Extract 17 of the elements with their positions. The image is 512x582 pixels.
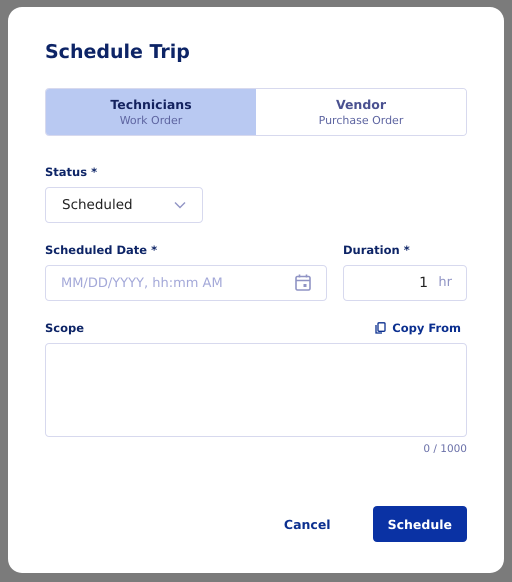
field-label: Duration *: [343, 243, 411, 257]
chevron-down-icon: [174, 201, 186, 209]
date-field[interactable]: MM/DD/YYYY, hh:mm AM: [45, 265, 327, 301]
tab[interactable]: Technicians Work Order: [46, 89, 256, 135]
field-label: Scheduled Date *: [45, 243, 158, 257]
copy-from-button[interactable]: Copy From: [375, 321, 467, 335]
status-dropdown[interactable]: Scheduled: [45, 187, 203, 223]
dialog-title: Schedule Trip: [45, 41, 191, 63]
schedule-button[interactable]: Schedule: [372, 506, 467, 542]
unit-label: hr: [438, 275, 452, 290]
field-label: Status *: [45, 165, 98, 179]
calendar-icon: [295, 274, 311, 291]
field-label: Scope: [45, 321, 84, 335]
cancel-button[interactable]: Cancel: [270, 506, 345, 542]
copy-icon: [375, 322, 386, 334]
scope-textarea[interactable]: [45, 343, 467, 437]
character-counter: 0 / 1000: [423, 443, 467, 455]
